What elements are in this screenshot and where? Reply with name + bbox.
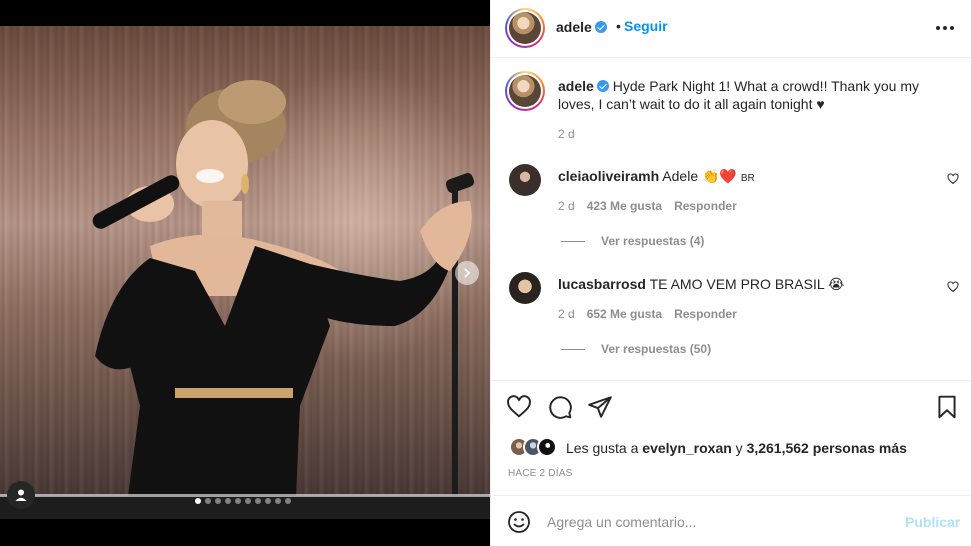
carousel-dot [195,498,201,504]
comment-meta: 2 d 423 Me gusta Responder [558,199,737,213]
carousel-dot [255,498,261,504]
view-replies-button[interactable]: Ver respuestas (50) [561,342,711,356]
more-icon [936,26,940,30]
caption-avatar[interactable] [505,71,545,111]
carousel-dot [285,498,291,504]
comment-time[interactable]: 2 d [558,307,575,321]
publish-button[interactable]: Publicar [905,514,960,530]
carousel-dot [215,498,221,504]
post-actions: Les gusta a evelyn_roxan y 3,261,562 per… [491,380,971,494]
singer-figure [0,80,490,519]
carousel-dot [275,498,281,504]
post-panel: adele • Seguir adele Hyde Park Night 1! … [490,0,971,546]
verified-badge-icon [594,21,607,33]
carousel-dot [225,498,231,504]
comment-username[interactable]: cleiaoliveiramh [558,168,659,184]
reply-button[interactable]: Responder [674,199,737,213]
verified-badge-icon [596,80,609,92]
comments-section[interactable]: adele Hyde Park Night 1! What a crowd!! … [491,59,971,380]
author-username[interactable]: adele [556,19,607,35]
liker-avatar [537,437,557,457]
carousel-next-button[interactable] [455,261,479,285]
carousel-dot [265,498,271,504]
comment-username[interactable]: lucasbarrosd [558,276,646,292]
carousel-dot [205,498,211,504]
comment-body: Adele 👏❤️ [662,168,737,184]
chevron-right-icon [464,268,471,278]
comment-like-button[interactable] [946,281,960,295]
separator-dot: • [616,18,621,34]
comment-like-button[interactable] [946,173,960,187]
add-comment-bar: Publicar [491,495,971,546]
more-options-button[interactable] [931,18,959,38]
comment-icon [549,396,572,419]
commenter-avatar[interactable] [509,164,541,196]
person-icon [15,489,27,501]
comment-likes[interactable]: 652 Me gusta [587,307,662,321]
likes-summary: Les gusta a evelyn_roxan y 3,261,562 per… [566,440,907,456]
heart-icon [507,395,531,418]
heart-icon [947,173,959,185]
liker-username[interactable]: evelyn_roxan [642,440,732,456]
comment-item: cleiaoliveiramh Adele 👏❤️ BR 2 d 423 Me g… [491,159,971,267]
comment-text: lucasbarrosd TE AMO VEM PRO BRASIL 😭 [558,275,918,293]
comment-meta: 2 d 652 Me gusta Responder [558,307,737,321]
save-button[interactable] [933,394,961,422]
comment-item: lucasbarrosd TE AMO VEM PRO BRASIL 😭 2 d… [491,267,971,375]
comment-button[interactable] [546,394,574,422]
caption-username[interactable]: adele [558,78,594,94]
carousel-dot [235,498,241,504]
post-timestamp[interactable]: HACE 2 DÍAS [508,468,572,479]
user-tag-button[interactable] [7,481,35,509]
share-icon [588,396,612,418]
heart-icon [947,281,959,293]
carousel-dot [245,498,251,504]
comment-body: TE AMO VEM PRO BRASIL 😭 [649,276,845,292]
comment-input[interactable] [547,510,887,534]
likes-count[interactable]: 3,261,562 personas más [747,440,907,456]
follow-button[interactable]: Seguir [624,18,668,34]
carousel-indicator [195,498,291,504]
bookmark-icon [938,395,956,419]
caption-time[interactable]: 2 d [558,127,575,141]
like-button[interactable] [505,394,533,422]
comment-text: cleiaoliveiramh Adele 👏❤️ BR [558,167,918,188]
comment-flag: BR [740,173,755,184]
share-button[interactable] [586,394,614,422]
post-photo [0,26,490,519]
comment-time[interactable]: 2 d [558,199,575,213]
likers-avatars[interactable] [509,437,565,459]
comment-likes[interactable]: 423 Me gusta [587,199,662,213]
smiley-icon [508,511,530,533]
reply-button[interactable]: Responder [674,307,737,321]
post-header: adele • Seguir [491,0,971,58]
commenter-avatar[interactable] [509,272,541,304]
author-avatar[interactable] [505,8,545,48]
emoji-button[interactable] [507,510,531,534]
post-media [0,0,490,546]
caption-text: adele Hyde Park Night 1! What a crowd!! … [558,77,938,113]
view-replies-button[interactable]: Ver respuestas (4) [561,234,704,248]
caption-body: Hyde Park Night 1! What a crowd!! Thank … [558,78,920,112]
